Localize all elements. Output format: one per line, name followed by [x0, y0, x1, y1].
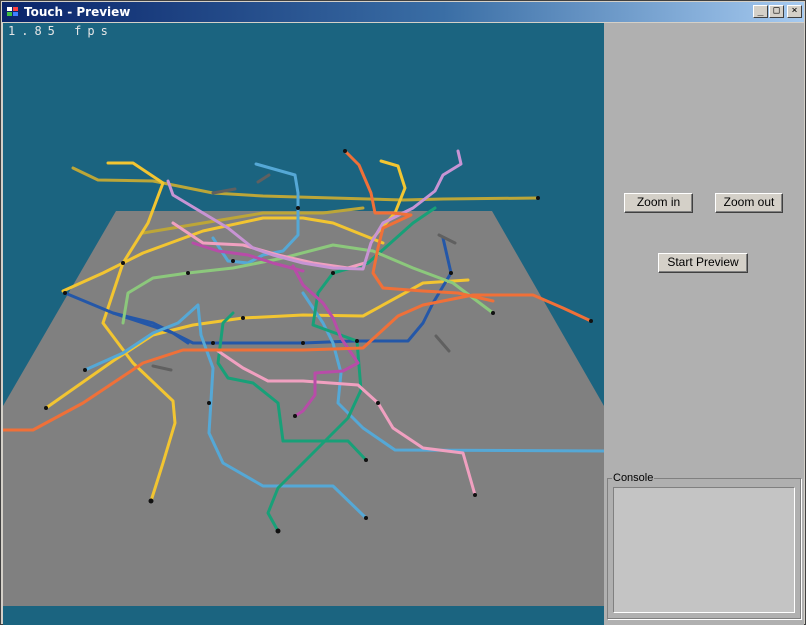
metro-map-3d [3, 149, 604, 606]
station-dot [364, 458, 368, 462]
station-dot [449, 271, 453, 275]
start-preview-button[interactable]: Start Preview [658, 253, 748, 273]
station-dot [491, 311, 495, 315]
station-dot [231, 259, 235, 263]
console-group: Console [607, 471, 801, 619]
minimize-icon: _ [757, 5, 764, 16]
station-dot [296, 206, 300, 210]
app-window: Touch - Preview _ □ × 1.85 fps Zoom in Z… [0, 0, 806, 625]
minimize-button[interactable]: _ [753, 5, 768, 18]
console-output[interactable] [613, 487, 795, 613]
station-dot [186, 271, 190, 275]
metro-segment-gray [211, 187, 237, 195]
station-dot [211, 341, 215, 345]
close-button[interactable]: × [787, 5, 802, 18]
station-dot [121, 261, 125, 265]
app-icon [7, 7, 18, 16]
station-dot [473, 493, 477, 497]
station-dot [83, 368, 87, 372]
station-dot [63, 291, 67, 295]
station-dot [44, 406, 48, 410]
maximize-icon: □ [773, 5, 780, 16]
station-dot [331, 271, 335, 275]
station-dot [536, 196, 540, 200]
zoom-in-button[interactable]: Zoom in [624, 193, 693, 213]
station-dot [293, 414, 297, 418]
station-dot [275, 528, 281, 534]
title-bar[interactable]: Touch - Preview _ □ × [2, 2, 804, 22]
metro-segment-gray [256, 173, 271, 184]
control-panel: Zoom in Zoom out Start Preview Console [604, 23, 804, 625]
station-dot [355, 339, 359, 343]
station-dot [376, 401, 380, 405]
station-dot [364, 516, 368, 520]
zoom-out-button[interactable]: Zoom out [715, 193, 783, 213]
maximize-button[interactable]: □ [769, 5, 784, 18]
station-dot [301, 341, 305, 345]
fps-counter: 1.85 fps [8, 24, 114, 38]
console-label: Console [612, 471, 655, 485]
station-dot [589, 319, 593, 323]
station-dot [207, 401, 211, 405]
station-dot [148, 498, 154, 504]
preview-viewport[interactable]: 1.85 fps [3, 23, 604, 625]
metro-line-olive [71, 166, 540, 202]
close-icon: × [791, 5, 798, 16]
window-title: Touch - Preview [24, 5, 131, 19]
station-dot [343, 149, 347, 153]
station-dot [241, 316, 245, 320]
